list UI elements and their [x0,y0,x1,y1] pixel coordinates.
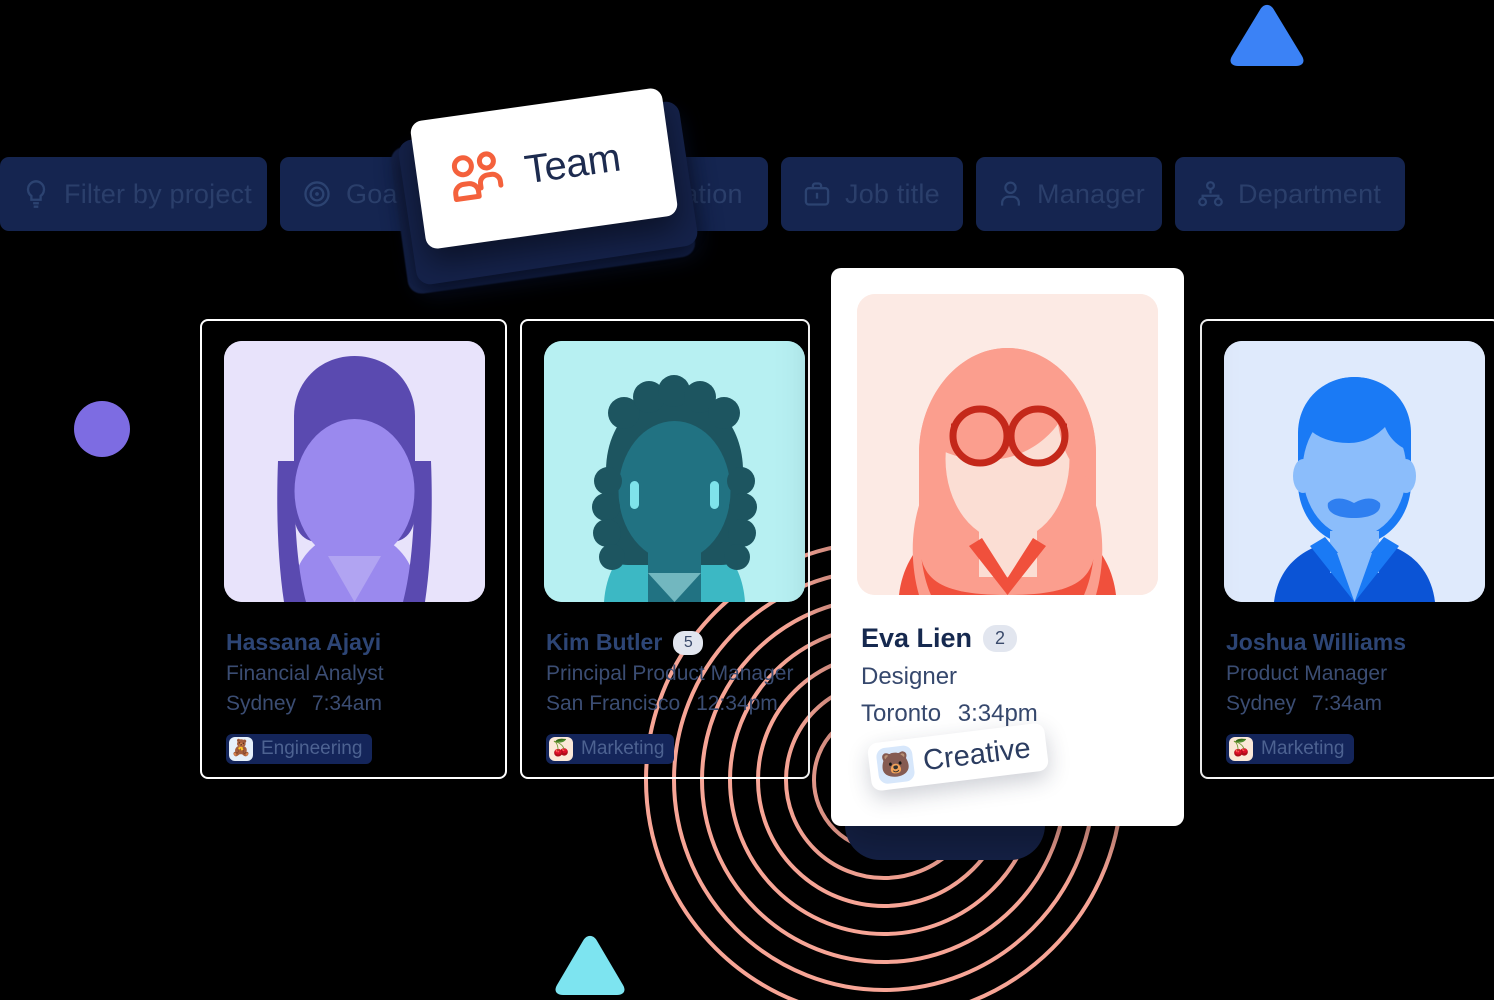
person-name: Joshua Williams [1226,629,1407,655]
filter-chip-project-label: Filter by project [64,178,252,209]
person-card[interactable]: Joshua Williams Product Manager Sydney 7… [1200,319,1494,779]
person-time: 12:34pm [696,692,778,715]
tag-emoji-icon: 🍒 [549,737,573,761]
person-count-badge: 5 [673,630,704,655]
person-card[interactable]: Hassana Ajayi Financial Analyst Sydney 7… [200,319,507,779]
filter-chip-project[interactable]: Filter by project [0,157,267,231]
briefcase-icon [803,180,831,208]
filter-chip-manager[interactable]: Manager [976,157,1162,231]
person-time: 3:34pm [957,700,1038,727]
target-icon [302,179,332,209]
person-name-row: Hassana Ajayi [226,629,384,656]
person-tag[interactable]: 🍒 Marketing [1226,734,1355,764]
person-tag[interactable]: 🧸 Engineering [226,734,373,764]
avatar [857,294,1158,595]
person-name: Kim Butler [546,629,663,655]
person-role: Principal Product Manager [546,662,794,685]
person-tag-label: Engineering [261,738,363,759]
person-count-badge: 2 [983,625,1018,652]
illustration-stage: Filter by project Goal Location [0,0,1494,1000]
tag-emoji-icon: 🐻 [875,744,916,785]
person-location-row: Sydney 7:34am [1226,692,1406,716]
filter-chip-department[interactable]: Department [1175,157,1405,231]
tag-emoji-icon: 🧸 [229,737,253,761]
person-name: Eva Lien [861,623,973,653]
person-location-row: San Francisco 12:34pm [546,692,793,716]
person-name-row: Joshua Williams [1226,629,1406,656]
filter-chip-manager-label: Manager [1037,178,1145,209]
person-role: Financial Analyst [226,662,384,685]
avatar [1224,341,1485,602]
lightbulb-icon [22,179,50,209]
avatar [544,341,805,602]
people-group-icon [446,148,513,208]
avatar [224,341,485,602]
circle-decoration-left [74,401,130,457]
org-chart-icon [1197,180,1224,208]
person-city: Sydney [1226,692,1297,715]
person-card[interactable]: Kim Butler 5 Principal Product Manager S… [520,319,810,779]
person-time: 7:34am [1311,692,1382,715]
person-location-row: Toronto 3:34pm [861,700,1038,728]
person-role: Designer [861,663,958,690]
tag-emoji-icon: 🍒 [1229,737,1253,761]
filter-chip-jobtitle-label: Job title [845,178,940,209]
filter-chip-jobtitle[interactable]: Job title [781,157,963,231]
filter-chip-department-label: Department [1238,178,1382,209]
team-card-label: Team [522,135,624,193]
person-city: San Francisco [546,692,681,715]
person-location-row: Sydney 7:34am [226,692,384,716]
person-name: Hassana Ajayi [226,629,382,655]
person-icon [998,180,1023,209]
filter-bar: Filter by project Goal Location [0,157,1494,231]
person-role: Product Manager [1226,662,1388,685]
person-tag-label: Marketing [581,738,665,759]
person-city: Toronto [861,700,942,727]
person-tag-label: Creative [921,731,1033,777]
person-tag-label: Marketing [1261,738,1345,759]
person-time: 7:34am [311,692,382,715]
person-name-row: Eva Lien 2 [861,623,1038,654]
person-city: Sydney [226,692,297,715]
person-name-row: Kim Butler 5 [546,629,793,656]
person-tag[interactable]: 🍒 Marketing [546,734,675,764]
